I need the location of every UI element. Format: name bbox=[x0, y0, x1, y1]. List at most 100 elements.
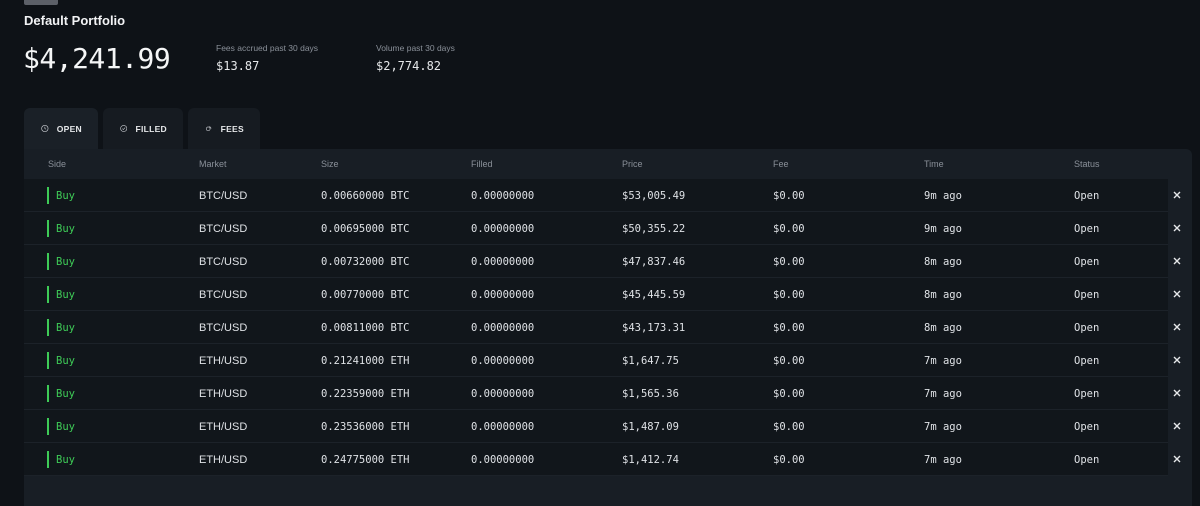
size-cell: 0.21241000 ETH bbox=[321, 355, 410, 367]
market-cell: BTC/USD bbox=[199, 289, 248, 301]
size-cell: 0.22359000 ETH bbox=[321, 388, 410, 400]
close-icon bbox=[1173, 356, 1181, 364]
filled-cell: 0.00000000 bbox=[471, 289, 535, 301]
table-row: Buy BTC/USD 0.00811000 BTC 0.00000000 $43,17… bbox=[24, 311, 1181, 344]
top-badge bbox=[24, 0, 58, 5]
volume-value: $2,774.82 bbox=[376, 59, 442, 73]
status-cell: Open bbox=[1074, 289, 1100, 301]
col-status: Status bbox=[1074, 159, 1100, 169]
tab-open-label: OPEN bbox=[56, 123, 82, 134]
close-icon bbox=[1173, 191, 1181, 199]
close-icon bbox=[1173, 224, 1181, 232]
tab-open[interactable]: OPEN bbox=[24, 108, 98, 149]
buy-side-indicator bbox=[47, 187, 49, 204]
close-icon bbox=[1173, 389, 1181, 397]
cancel-order-button[interactable] bbox=[1170, 386, 1184, 400]
filled-cell: 0.00000000 bbox=[471, 388, 535, 400]
cancel-order-button[interactable] bbox=[1170, 221, 1184, 235]
status-cell: Open bbox=[1074, 223, 1100, 235]
table-row: Buy ETH/USD 0.23536000 ETH 0.00000000 $1,487… bbox=[24, 410, 1181, 443]
portfolio-title: Default Portfolio bbox=[24, 13, 126, 28]
close-icon bbox=[1173, 422, 1181, 430]
orders-panel: Side Market Size Filled Price Fee Time S… bbox=[24, 149, 1192, 506]
table-row: Buy BTC/USD 0.00695000 BTC 0.00000000 $50,35… bbox=[24, 212, 1181, 245]
market-cell: ETH/USD bbox=[199, 388, 248, 400]
fee-cell: $0.00 bbox=[773, 256, 805, 268]
col-filled: Filled bbox=[471, 159, 493, 169]
fees-stat: Fees accrued past 30 days $13.87 bbox=[216, 43, 318, 73]
filled-cell: 0.00000000 bbox=[471, 454, 535, 466]
market-cell: BTC/USD bbox=[199, 223, 248, 235]
fee-cell: $0.00 bbox=[773, 454, 805, 466]
status-cell: Open bbox=[1074, 322, 1100, 334]
table-row: Buy BTC/USD 0.00732000 BTC 0.00000000 $47,83… bbox=[24, 245, 1181, 278]
check-circle-icon bbox=[120, 125, 128, 132]
market-cell: ETH/USD bbox=[199, 454, 248, 466]
side-cell: Buy bbox=[56, 322, 75, 334]
time-cell: 7m ago bbox=[924, 421, 962, 433]
cancel-order-button[interactable] bbox=[1170, 419, 1184, 433]
col-market: Market bbox=[199, 159, 227, 169]
side-cell: Buy bbox=[56, 223, 75, 235]
size-cell: 0.00660000 BTC bbox=[321, 190, 410, 202]
price-cell: $1,565.36 bbox=[622, 388, 679, 400]
tab-fees[interactable]: FEES bbox=[188, 108, 260, 149]
time-cell: 7m ago bbox=[924, 454, 962, 466]
time-cell: 9m ago bbox=[924, 223, 962, 235]
size-cell: 0.00732000 BTC bbox=[321, 256, 410, 268]
side-cell: Buy bbox=[56, 256, 75, 268]
buy-side-indicator bbox=[47, 220, 49, 237]
volume-label: Volume past 30 days bbox=[376, 43, 455, 53]
market-cell: BTC/USD bbox=[199, 322, 248, 334]
order-tabs: OPEN FILLED FEES bbox=[24, 108, 265, 149]
col-fee: Fee bbox=[773, 159, 789, 169]
table-row: Buy BTC/USD 0.00770000 BTC 0.00000000 $45,44… bbox=[24, 278, 1181, 311]
side-cell: Buy bbox=[56, 289, 75, 301]
cancel-order-button[interactable] bbox=[1170, 287, 1184, 301]
fees-value: $13.87 bbox=[216, 59, 260, 73]
fee-cell: $0.00 bbox=[773, 322, 805, 334]
time-cell: 8m ago bbox=[924, 256, 962, 268]
cancel-order-button[interactable] bbox=[1170, 452, 1184, 466]
cancel-order-button[interactable] bbox=[1170, 320, 1184, 334]
status-cell: Open bbox=[1074, 355, 1100, 367]
filled-cell: 0.00000000 bbox=[471, 190, 535, 202]
fee-cell: $0.00 bbox=[773, 289, 805, 301]
time-cell: 8m ago bbox=[924, 289, 962, 301]
time-cell: 9m ago bbox=[924, 190, 962, 202]
fee-cell: $0.00 bbox=[773, 223, 805, 235]
side-cell: Buy bbox=[56, 388, 75, 400]
filled-cell: 0.00000000 bbox=[471, 421, 535, 433]
size-cell: 0.24775000 ETH bbox=[321, 454, 410, 466]
price-cell: $1,647.75 bbox=[622, 355, 679, 367]
buy-side-indicator bbox=[47, 319, 49, 336]
cancel-order-button[interactable] bbox=[1170, 353, 1184, 367]
buy-side-indicator bbox=[47, 286, 49, 303]
side-cell: Buy bbox=[56, 421, 75, 433]
table-row: Buy ETH/USD 0.22359000 ETH 0.00000000 $1,565… bbox=[24, 377, 1181, 410]
tab-filled-label: FILLED bbox=[135, 123, 167, 134]
tab-filled[interactable]: FILLED bbox=[103, 108, 183, 149]
time-cell: 8m ago bbox=[924, 322, 962, 334]
price-cell: $53,005.49 bbox=[622, 190, 686, 202]
price-cell: $1,487.09 bbox=[622, 421, 679, 433]
market-cell: ETH/USD bbox=[199, 421, 248, 433]
status-cell: Open bbox=[1074, 256, 1100, 268]
side-cell: Buy bbox=[56, 190, 75, 202]
price-cell: $1,412.74 bbox=[622, 454, 679, 466]
status-cell: Open bbox=[1074, 388, 1100, 400]
fee-cell: $0.00 bbox=[773, 355, 805, 367]
cancel-order-button[interactable] bbox=[1170, 188, 1184, 202]
market-cell: ETH/USD bbox=[199, 355, 248, 367]
table-header: Side Market Size Filled Price Fee Time S… bbox=[24, 149, 1192, 179]
fee-cell: $0.00 bbox=[773, 421, 805, 433]
filled-cell: 0.00000000 bbox=[471, 355, 535, 367]
price-cell: $43,173.31 bbox=[622, 322, 686, 334]
buy-side-indicator bbox=[47, 385, 49, 402]
col-time: Time bbox=[924, 159, 944, 169]
fee-cell: $0.00 bbox=[773, 388, 805, 400]
buy-side-indicator bbox=[47, 451, 49, 468]
cancel-order-button[interactable] bbox=[1170, 254, 1184, 268]
filled-cell: 0.00000000 bbox=[471, 223, 535, 235]
filled-cell: 0.00000000 bbox=[471, 256, 535, 268]
